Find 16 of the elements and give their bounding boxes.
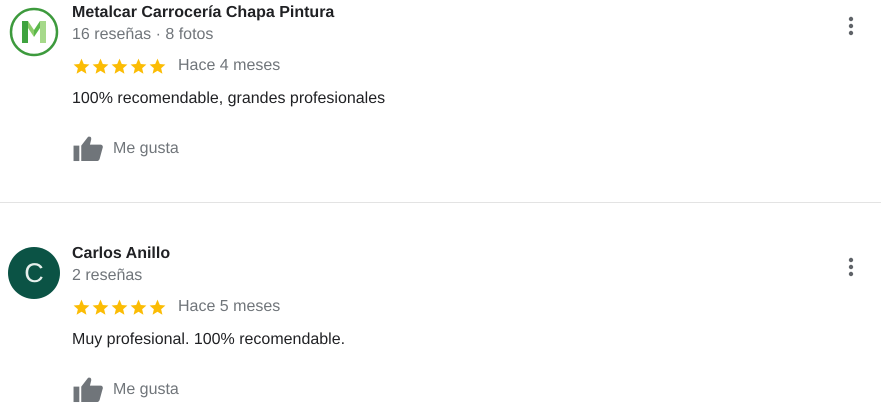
reviewer-name[interactable]: Carlos Anillo (72, 243, 828, 265)
review-text: Muy profesional. 100% recomendable. (72, 330, 346, 350)
more-options-icon[interactable] (848, 257, 854, 277)
like-button[interactable]: Me gusta (72, 376, 179, 403)
review-date: Hace 4 meses (178, 57, 280, 75)
review-date: Hace 5 meses (178, 298, 280, 316)
like-button[interactable]: Me gusta (72, 135, 179, 162)
review-count: 2 reseñas (72, 266, 144, 286)
reviewer-name[interactable]: Metalcar Carrocería Chapa Pintura (72, 2, 828, 24)
review-text: 100% recomendable, grandes profesionales (72, 89, 386, 109)
logo-avatar[interactable] (8, 6, 60, 58)
review-count: 16 reseñas · 8 fotos (72, 25, 214, 45)
thumbs-up-icon (72, 376, 104, 403)
user-avatar[interactable]: C (8, 247, 60, 299)
thumbs-up-icon (72, 135, 104, 162)
more-options-icon[interactable] (848, 16, 854, 36)
